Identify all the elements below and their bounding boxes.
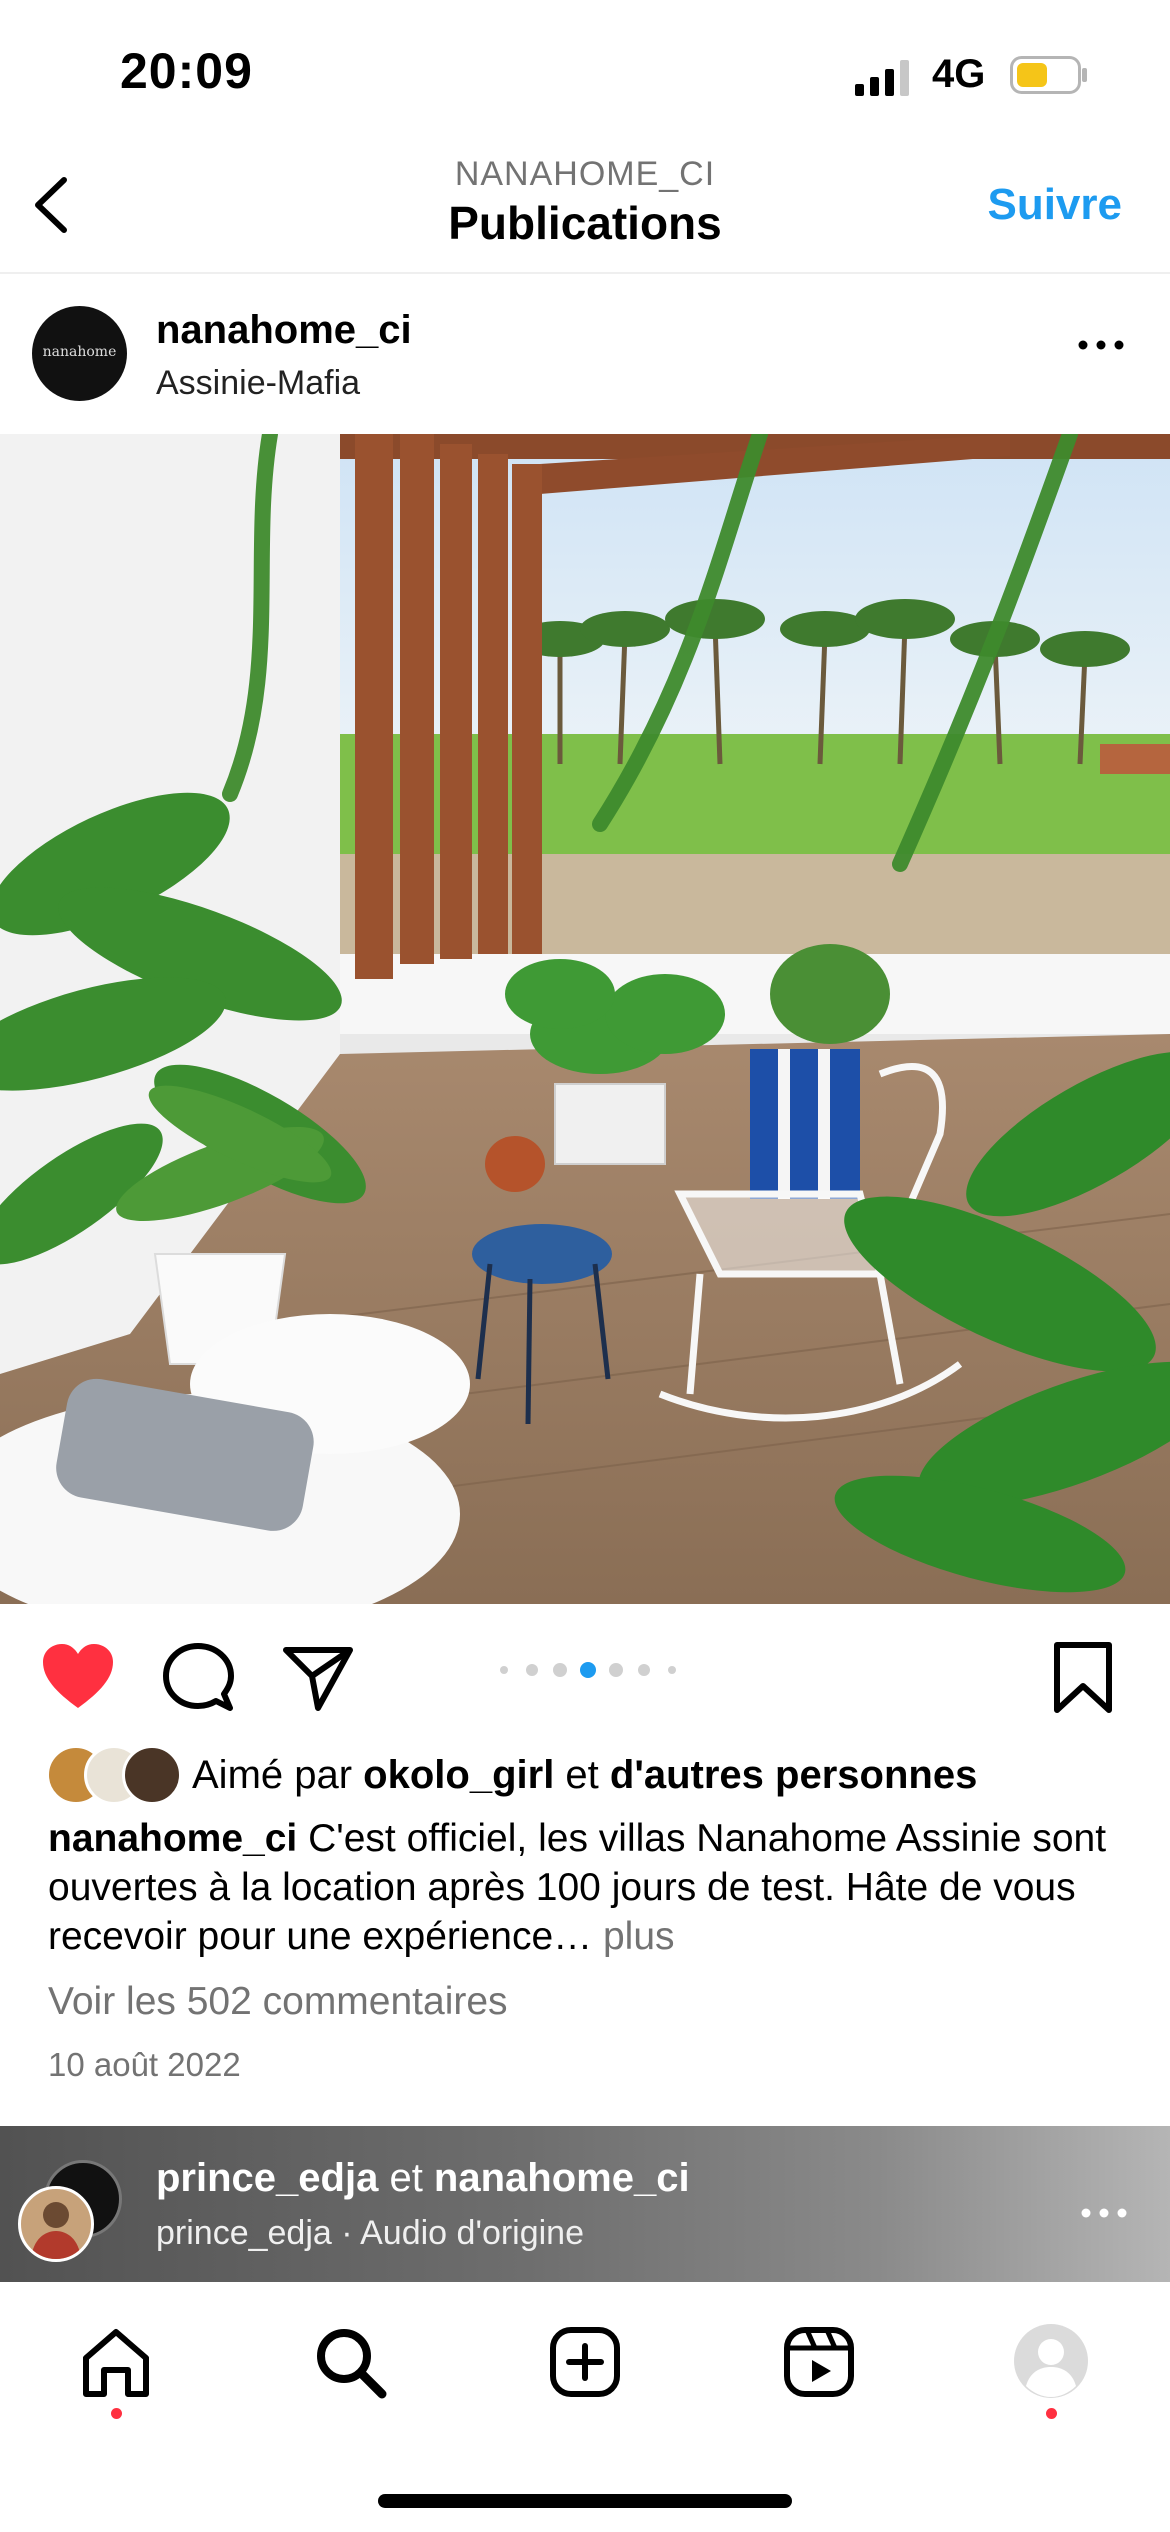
person-icon (31, 2202, 81, 2259)
nav-divider (0, 272, 1170, 274)
view-comments-link[interactable]: Voir les 502 commentaires (48, 1980, 508, 2024)
post-photo[interactable] (0, 434, 1170, 1604)
carousel-dot (580, 1662, 596, 1678)
likes-summary[interactable]: Aimé par okolo_girl et d'autres personne… (192, 1753, 977, 1798)
post-username[interactable]: nanahome_ci (156, 308, 412, 353)
status-time: 20:09 (120, 43, 253, 99)
post-date: 10 août 2022 (48, 2046, 241, 2083)
next-post-avatar[interactable] (18, 2186, 94, 2262)
carousel-dot (638, 1664, 650, 1676)
carousel-dot (526, 1664, 538, 1676)
post-location[interactable]: Assinie-Mafia (156, 364, 360, 403)
carousel-dot (553, 1663, 567, 1677)
next-post-connector: et (378, 2156, 434, 2200)
post-avatar[interactable]: nanahome (32, 306, 127, 401)
share-icon[interactable] (282, 1642, 354, 1714)
next-post-user1[interactable]: prince_edja (156, 2156, 378, 2200)
avatar-logo-text: nanahome (42, 344, 117, 360)
like-heart-icon[interactable] (40, 1642, 116, 1712)
more-options-icon[interactable] (1078, 2198, 1130, 2228)
home-indicator (378, 2494, 792, 2508)
network-type: 4G (932, 52, 986, 96)
likes-others[interactable]: d'autres personnes (610, 1753, 977, 1797)
carousel-dot (609, 1663, 623, 1677)
liker-avatar (122, 1745, 182, 1805)
liker-username[interactable]: okolo_girl (363, 1753, 554, 1797)
caption-more-link[interactable]: plus (592, 1915, 675, 1958)
carousel-indicator (500, 1662, 676, 1678)
carousel-dot (500, 1666, 508, 1674)
follow-button[interactable]: Suivre (987, 180, 1122, 230)
search-icon[interactable] (310, 2322, 390, 2402)
caption-username[interactable]: nanahome_ci (48, 1817, 297, 1860)
next-post-usernames: prince_edja et nanahome_ci (156, 2156, 690, 2201)
signal-icon (855, 60, 909, 96)
reels-icon[interactable] (779, 2322, 859, 2402)
new-post-icon[interactable] (545, 2322, 625, 2402)
liker-avatars[interactable] (46, 1745, 196, 1805)
comment-icon[interactable] (162, 1642, 234, 1714)
carousel-dot (668, 1666, 676, 1674)
save-bookmark-icon[interactable] (1052, 1640, 1114, 1716)
profile-notification-dot (1046, 2408, 1057, 2419)
next-post-audio[interactable]: prince_edja · Audio d'origine (156, 2214, 584, 2253)
next-post-user2[interactable]: nanahome_ci (434, 2156, 690, 2200)
post-caption: nanahome_ci C'est officiel, les villas N… (48, 1814, 1138, 1961)
likes-prefix: Aimé par (192, 1753, 364, 1797)
home-icon[interactable] (76, 2322, 156, 2402)
next-post-header[interactable]: prince_edja et nanahome_ci prince_edja ·… (0, 2126, 1170, 2282)
likes-connector: et (554, 1753, 610, 1797)
battery-icon (1010, 56, 1087, 94)
home-notification-dot (111, 2408, 122, 2419)
more-options-icon[interactable] (1075, 330, 1127, 360)
profile-icon[interactable] (1012, 2322, 1090, 2400)
